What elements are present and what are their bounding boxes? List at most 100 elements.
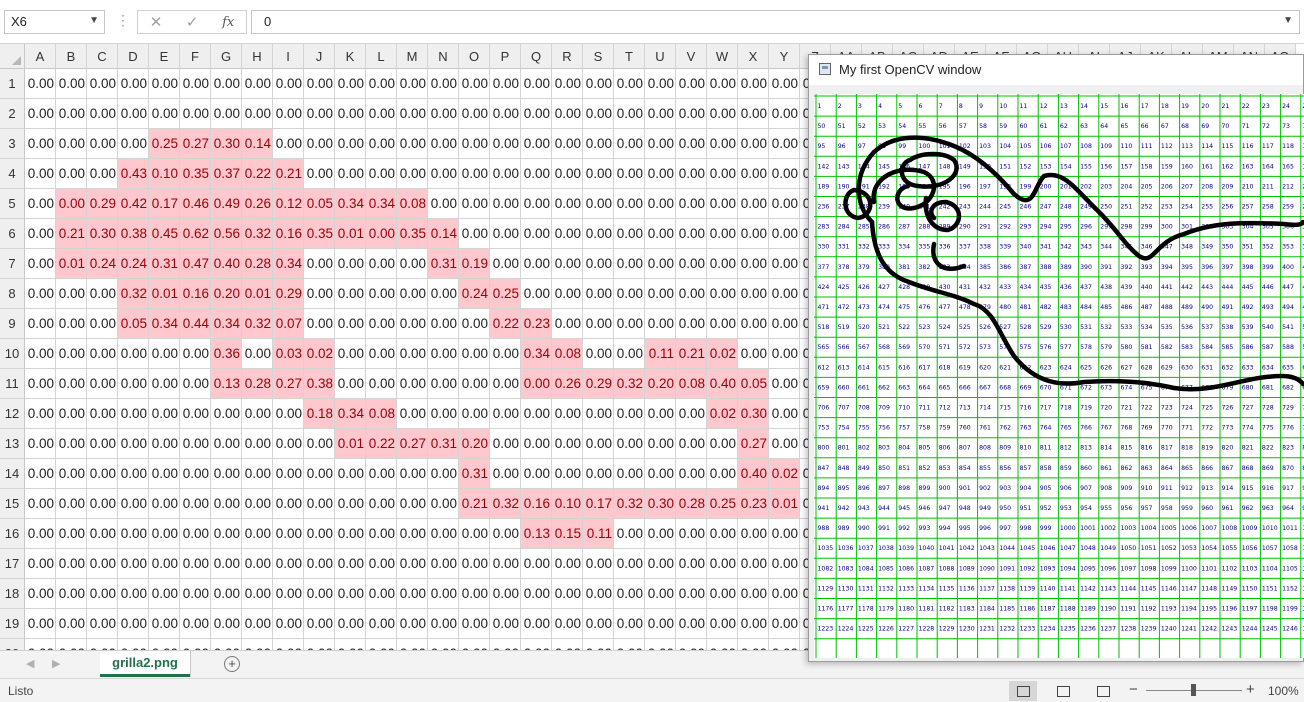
cell-y12[interactable]: 0.00 [769,399,800,429]
cell-t20[interactable]: 0.00 [614,639,645,650]
cell-b10[interactable]: 0.00 [56,339,87,369]
cell-f16[interactable]: 0.00 [180,519,211,549]
cell-u19[interactable]: 0.00 [645,609,676,639]
cell-l15[interactable]: 0.00 [366,489,397,519]
cell-f17[interactable]: 0.00 [180,549,211,579]
cell-x17[interactable]: 0.00 [738,549,769,579]
cell-j4[interactable]: 0.00 [304,159,335,189]
cell-v17[interactable]: 0.00 [676,549,707,579]
cell-r13[interactable]: 0.00 [552,429,583,459]
cell-a2[interactable]: 0.00 [25,99,56,129]
cell-e19[interactable]: 0.00 [149,609,180,639]
cell-a3[interactable]: 0.00 [25,129,56,159]
cell-o15[interactable]: 0.21 [459,489,490,519]
cell-t5[interactable]: 0.00 [614,189,645,219]
cell-l20[interactable]: 0.00 [366,639,397,650]
row-header-12[interactable]: 12 [0,399,25,429]
cell-g3[interactable]: 0.30 [211,129,242,159]
cell-f18[interactable]: 0.00 [180,579,211,609]
cell-e10[interactable]: 0.00 [149,339,180,369]
cell-y6[interactable]: 0.00 [769,219,800,249]
cell-m10[interactable]: 0.00 [397,339,428,369]
cell-c17[interactable]: 0.00 [87,549,118,579]
cell-f11[interactable]: 0.00 [180,369,211,399]
cell-j16[interactable]: 0.00 [304,519,335,549]
cell-y2[interactable]: 0.00 [769,99,800,129]
cell-a10[interactable]: 0.00 [25,339,56,369]
cell-s8[interactable]: 0.00 [583,279,614,309]
zoom-out-button[interactable]: − [1129,681,1138,698]
cell-o6[interactable]: 0.00 [459,219,490,249]
cell-q19[interactable]: 0.00 [521,609,552,639]
select-all-button[interactable] [0,44,25,69]
cell-m9[interactable]: 0.00 [397,309,428,339]
cell-a7[interactable]: 0.00 [25,249,56,279]
cell-b14[interactable]: 0.00 [56,459,87,489]
cell-c14[interactable]: 0.00 [87,459,118,489]
zoom-slider-thumb[interactable] [1191,684,1196,696]
cell-q11[interactable]: 0.00 [521,369,552,399]
cell-p11[interactable]: 0.00 [490,369,521,399]
cell-t11[interactable]: 0.32 [614,369,645,399]
chevron-down-icon[interactable]: ▼ [89,15,99,26]
cell-f14[interactable]: 0.00 [180,459,211,489]
cell-f13[interactable]: 0.00 [180,429,211,459]
cell-r9[interactable]: 0.00 [552,309,583,339]
cell-c13[interactable]: 0.00 [87,429,118,459]
cell-x1[interactable]: 0.00 [738,69,769,99]
cell-u13[interactable]: 0.00 [645,429,676,459]
cell-d8[interactable]: 0.32 [118,279,149,309]
cell-r10[interactable]: 0.08 [552,339,583,369]
cell-p2[interactable]: 0.00 [490,99,521,129]
sheet-tab-active[interactable]: grilla2.png [100,651,190,677]
cell-l6[interactable]: 0.00 [366,219,397,249]
cell-l14[interactable]: 0.00 [366,459,397,489]
cell-d3[interactable]: 0.00 [118,129,149,159]
cell-n8[interactable]: 0.00 [428,279,459,309]
cell-w1[interactable]: 0.00 [707,69,738,99]
cell-c6[interactable]: 0.30 [87,219,118,249]
cell-p9[interactable]: 0.22 [490,309,521,339]
cell-r12[interactable]: 0.00 [552,399,583,429]
cell-x16[interactable]: 0.00 [738,519,769,549]
cell-e4[interactable]: 0.10 [149,159,180,189]
cell-i3[interactable]: 0.00 [273,129,304,159]
cell-e3[interactable]: 0.25 [149,129,180,159]
cell-m13[interactable]: 0.27 [397,429,428,459]
row-header-1[interactable]: 1 [0,69,25,99]
cell-i11[interactable]: 0.27 [273,369,304,399]
cell-f2[interactable]: 0.00 [180,99,211,129]
cell-p7[interactable]: 0.00 [490,249,521,279]
cell-r17[interactable]: 0.00 [552,549,583,579]
cell-o4[interactable]: 0.00 [459,159,490,189]
row-header-15[interactable]: 15 [0,489,25,519]
cell-d15[interactable]: 0.00 [118,489,149,519]
cell-k1[interactable]: 0.00 [335,69,366,99]
cell-c2[interactable]: 0.00 [87,99,118,129]
cell-c15[interactable]: 0.00 [87,489,118,519]
cell-l17[interactable]: 0.00 [366,549,397,579]
cell-v14[interactable]: 0.00 [676,459,707,489]
cell-y14[interactable]: 0.02 [769,459,800,489]
cell-b9[interactable]: 0.00 [56,309,87,339]
cell-j9[interactable]: 0.00 [304,309,335,339]
column-header-f[interactable]: F [180,44,211,69]
cell-i5[interactable]: 0.12 [273,189,304,219]
cell-y17[interactable]: 0.00 [769,549,800,579]
cell-y13[interactable]: 0.00 [769,429,800,459]
cell-l13[interactable]: 0.22 [366,429,397,459]
row-header-13[interactable]: 13 [0,429,25,459]
cell-j20[interactable]: 0.00 [304,639,335,650]
cell-x14[interactable]: 0.40 [738,459,769,489]
cell-q5[interactable]: 0.00 [521,189,552,219]
cell-g13[interactable]: 0.00 [211,429,242,459]
cell-q2[interactable]: 0.00 [521,99,552,129]
cell-u17[interactable]: 0.00 [645,549,676,579]
cell-s9[interactable]: 0.00 [583,309,614,339]
cell-j14[interactable]: 0.00 [304,459,335,489]
cell-m1[interactable]: 0.00 [397,69,428,99]
row-header-4[interactable]: 4 [0,159,25,189]
cell-e7[interactable]: 0.31 [149,249,180,279]
cell-i14[interactable]: 0.00 [273,459,304,489]
cell-d2[interactable]: 0.00 [118,99,149,129]
